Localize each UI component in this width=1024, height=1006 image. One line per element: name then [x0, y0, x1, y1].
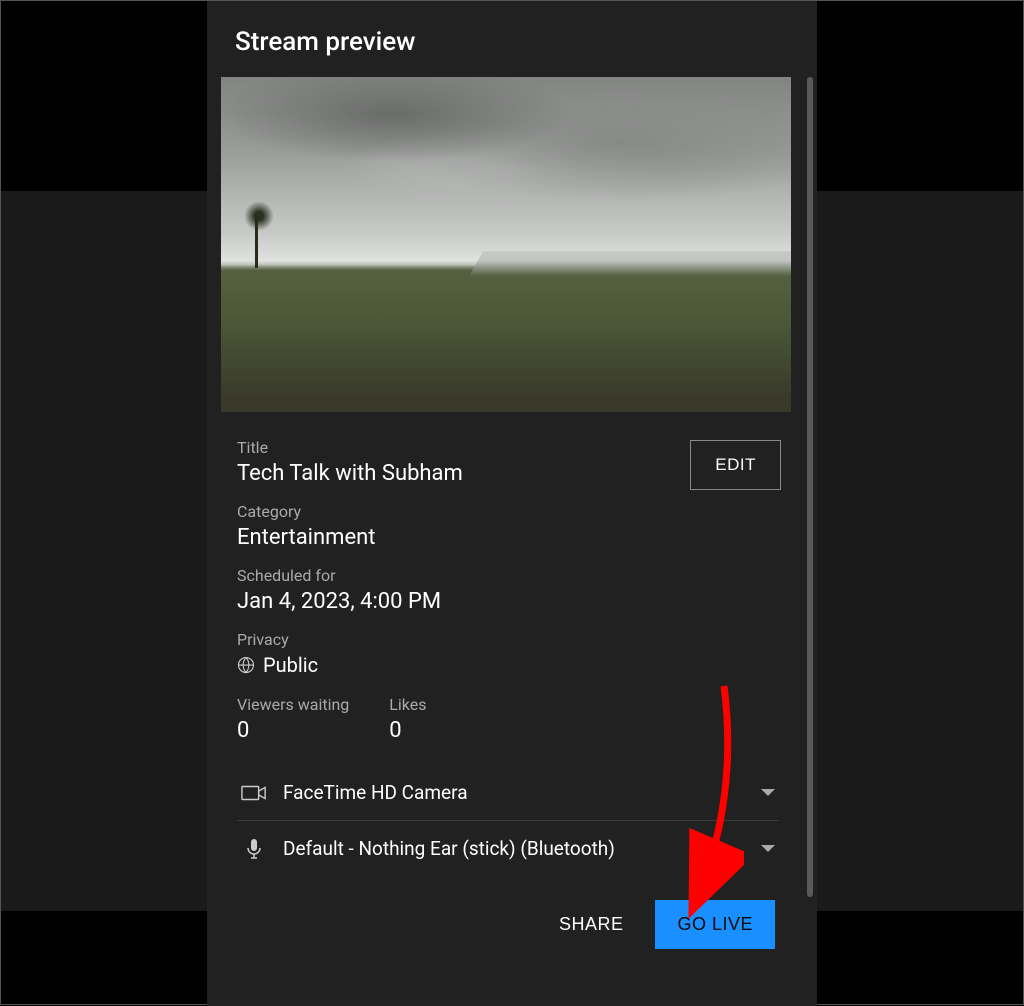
- microphone-selector[interactable]: Default - Nothing Ear (stick) (Bluetooth…: [237, 821, 779, 876]
- stream-thumbnail: [221, 77, 791, 412]
- camera-label: FaceTime HD Camera: [283, 781, 745, 804]
- scrollbar[interactable]: [807, 77, 813, 897]
- chevron-down-icon: [761, 845, 775, 852]
- globe-icon: [237, 656, 255, 674]
- background-panel-right: [816, 191, 1023, 911]
- camera-selector[interactable]: FaceTime HD Camera: [237, 765, 779, 821]
- scheduled-label: Scheduled for: [237, 566, 779, 585]
- likes-stat: Likes 0: [389, 695, 426, 743]
- scroll-area: Title Tech Talk with Subham EDIT Categor…: [207, 77, 817, 1006]
- category-row: Category Entertainment: [237, 502, 779, 550]
- category-value: Entertainment: [237, 525, 779, 550]
- privacy-value: Public: [263, 653, 318, 677]
- likes-value: 0: [389, 718, 426, 743]
- stream-preview-panel: Stream preview Title Tech Talk with Subh…: [207, 1, 817, 1006]
- stream-details: Title Tech Talk with Subham EDIT Categor…: [207, 412, 809, 876]
- privacy-row: Privacy Public: [237, 630, 779, 677]
- chevron-down-icon: [761, 789, 775, 796]
- edit-button[interactable]: EDIT: [690, 440, 781, 490]
- stats-row: Viewers waiting 0 Likes 0: [237, 695, 779, 743]
- privacy-label: Privacy: [237, 630, 779, 649]
- microphone-label: Default - Nothing Ear (stick) (Bluetooth…: [283, 837, 745, 860]
- scheduled-row: Scheduled for Jan 4, 2023, 4:00 PM: [237, 566, 779, 614]
- panel-header: Stream preview: [207, 1, 817, 77]
- go-live-button[interactable]: GO LIVE: [655, 900, 775, 949]
- category-label: Category: [237, 502, 779, 521]
- scheduled-value: Jan 4, 2023, 4:00 PM: [237, 589, 779, 614]
- viewers-stat: Viewers waiting 0: [237, 695, 349, 743]
- viewers-label: Viewers waiting: [237, 695, 349, 714]
- page-title: Stream preview: [235, 27, 789, 57]
- viewers-value: 0: [237, 718, 349, 743]
- share-button[interactable]: SHARE: [559, 914, 624, 935]
- microphone-icon: [241, 839, 267, 859]
- camera-icon: [241, 783, 267, 803]
- background-panel-left: [1, 191, 208, 911]
- title-row: Title Tech Talk with Subham EDIT: [237, 438, 779, 486]
- likes-label: Likes: [389, 695, 426, 714]
- action-bar: SHARE GO LIVE: [207, 876, 809, 969]
